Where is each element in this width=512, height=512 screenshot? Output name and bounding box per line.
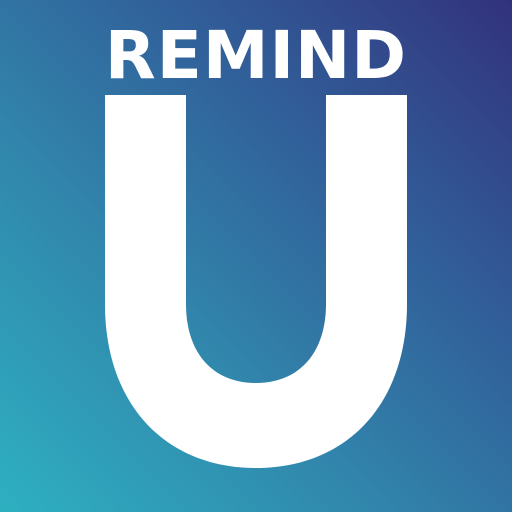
u-logo-icon: U xyxy=(105,95,407,468)
u-letter-shape xyxy=(105,95,407,468)
app-icon: REMIND U xyxy=(0,0,512,512)
